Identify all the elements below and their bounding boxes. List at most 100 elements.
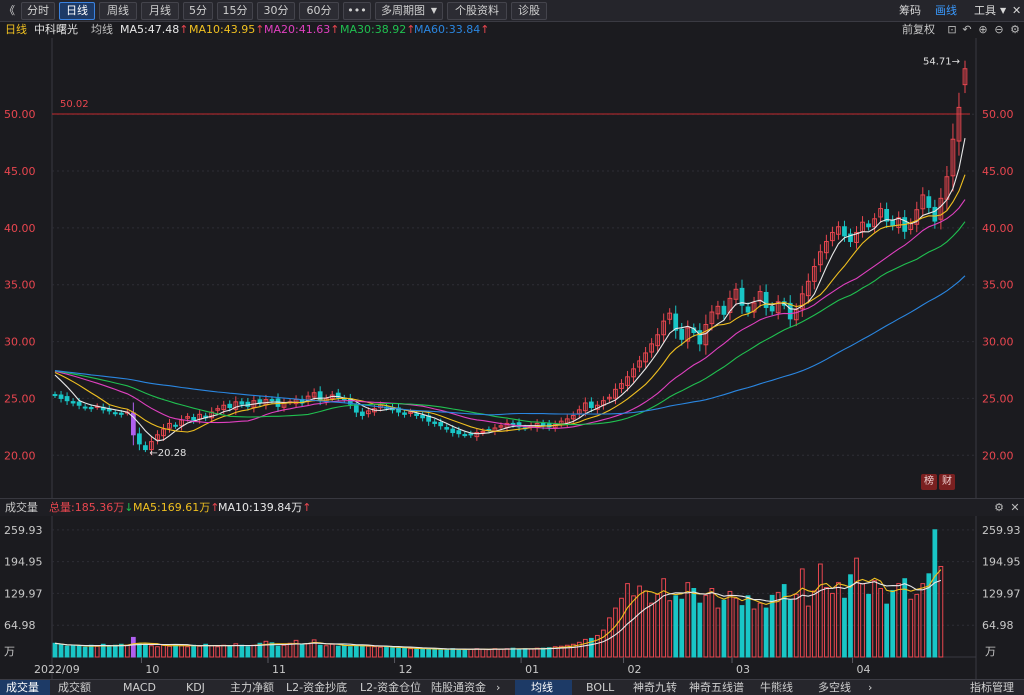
tab-boll[interactable]: BOLL xyxy=(586,680,614,695)
caret-down-icon: ▼ xyxy=(430,6,437,15)
volume-bar xyxy=(890,589,896,658)
volume-bar xyxy=(215,646,221,658)
zoom-in-icon[interactable]: ⊕ xyxy=(977,24,989,36)
tab-30min[interactable]: 30分 xyxy=(257,2,295,20)
tab-bull-bear[interactable]: 牛熊线 xyxy=(760,680,793,695)
low-price-label: ←20.28 xyxy=(149,448,186,459)
more-periods-button[interactable]: ••• xyxy=(343,2,371,20)
period-label: 日线 xyxy=(5,23,27,36)
candle-body xyxy=(763,291,769,308)
volume-tick-label-right: 129.97 xyxy=(982,587,1021,600)
price-tick-label-right: 40.00 xyxy=(982,222,1014,235)
volume-bar xyxy=(474,648,480,658)
adjust-mode[interactable]: 前复权 xyxy=(902,22,935,38)
reference-line-label: 50.02 xyxy=(60,99,89,110)
tab-volume[interactable]: 成交量 xyxy=(0,680,50,695)
tab-long-short[interactable]: 多空线 xyxy=(818,680,851,695)
candle-body xyxy=(450,428,456,434)
lock-icon[interactable]: ⊡ xyxy=(946,24,958,36)
close-icon[interactable]: ✕ xyxy=(1009,502,1021,514)
price-tick-label-left: 45.00 xyxy=(4,165,36,178)
price-tick-label-right: 45.00 xyxy=(982,165,1014,178)
candle-body xyxy=(842,226,847,237)
tab-ma[interactable]: 均线 xyxy=(515,680,572,695)
volume-bar xyxy=(721,599,727,658)
x-tick-label: 02 xyxy=(628,663,642,676)
tab-five-lines[interactable]: 神奇五线谱 xyxy=(689,680,744,695)
volume-bar xyxy=(625,583,630,658)
settings-icon[interactable]: ⚙ xyxy=(1009,24,1021,36)
tab-intraday[interactable]: 分时 xyxy=(21,2,55,20)
stock-name[interactable]: 中科曙光 xyxy=(34,22,78,38)
volume-bar-chart[interactable]: 259.93 259.93 194.95 194.95 129.97 129.97 64.9… xyxy=(0,516,1024,679)
chips-button[interactable]: 筹码 xyxy=(899,3,921,19)
volume-bar xyxy=(167,645,172,658)
volume-bar xyxy=(94,645,100,658)
volume-bar xyxy=(805,605,811,658)
x-tick-label: 10 xyxy=(145,663,159,676)
multi-period-dropdown[interactable]: 多周期图 ▼ xyxy=(375,2,443,20)
close-icon[interactable]: ✕ xyxy=(1012,3,1021,19)
candle-body xyxy=(414,413,419,416)
volume-bar xyxy=(323,645,329,658)
volume-bar xyxy=(426,648,432,658)
draw-line-button[interactable]: 画线 xyxy=(935,3,957,19)
volume-bar xyxy=(787,599,793,658)
tools-button[interactable]: 工具 xyxy=(974,3,996,19)
volume-bar xyxy=(504,648,510,658)
tab-l2-bottom[interactable]: L2-资金抄底 xyxy=(286,680,347,695)
volume-bar xyxy=(727,590,733,658)
ranking-badge[interactable]: 榜 xyxy=(921,474,937,490)
volume-bar xyxy=(185,646,190,658)
tab-60min[interactable]: 60分 xyxy=(299,2,339,20)
tab-kdj[interactable]: KDJ xyxy=(186,680,205,695)
candle-body xyxy=(269,399,275,402)
volume-bar xyxy=(402,647,407,658)
volume-bar xyxy=(673,595,679,658)
volume-bar xyxy=(908,598,914,658)
indicator-name[interactable]: 均线 xyxy=(91,22,113,38)
volume-bar xyxy=(866,593,871,658)
tab-monthly[interactable]: 月线 xyxy=(141,2,179,20)
tab-northbound[interactable]: 陆股通资金 xyxy=(431,680,486,695)
volume-bar xyxy=(751,608,757,658)
volume-bar xyxy=(305,643,311,658)
finance-badge[interactable]: 财 xyxy=(939,474,955,490)
chevron-right-icon[interactable]: › xyxy=(868,680,872,695)
tab-main-net[interactable]: 主力净额 xyxy=(230,680,274,695)
candle-body xyxy=(866,223,871,228)
price-tick-label-left: 20.00 xyxy=(4,449,36,462)
caret-down-icon[interactable]: ▼ xyxy=(1000,3,1006,19)
zoom-out-icon[interactable]: ⊖ xyxy=(993,24,1005,36)
undo-icon[interactable]: ↶ xyxy=(961,24,973,36)
tab-turnover[interactable]: 成交额 xyxy=(58,680,91,695)
double-chevron-left-icon[interactable]: 《 xyxy=(4,3,15,19)
volume-bar xyxy=(528,648,534,658)
tab-l2-position[interactable]: L2-资金仓位 xyxy=(360,680,421,695)
volume-bar xyxy=(275,645,281,658)
settings-icon[interactable]: ⚙ xyxy=(993,502,1005,514)
chevron-right-icon[interactable]: › xyxy=(496,680,500,695)
candle-body xyxy=(76,401,82,406)
volume-bar xyxy=(444,649,450,658)
x-tick-label: 12 xyxy=(399,663,413,676)
tab-macd[interactable]: MACD xyxy=(123,680,156,695)
tab-nine-turn[interactable]: 神奇九转 xyxy=(633,680,677,695)
volume-label[interactable]: 成交量 xyxy=(5,499,38,516)
indicator-manage-button[interactable]: 指标管理 xyxy=(970,680,1014,695)
x-tick-label: 11 xyxy=(272,663,286,676)
stock-profile-button[interactable]: 个股资料 xyxy=(447,2,507,20)
candle-body xyxy=(402,412,407,415)
volume-bar xyxy=(757,602,763,658)
volume-bar xyxy=(733,597,739,658)
tab-15min[interactable]: 15分 xyxy=(217,2,253,20)
price-candlestick-chart[interactable]: 50.02 54.71→ ←20.28 50.00 50.00 45.00 45.00… xyxy=(0,38,1024,498)
ma60-line xyxy=(54,275,966,416)
volume-bar xyxy=(938,565,944,658)
tab-daily[interactable]: 日线 xyxy=(59,2,95,20)
tab-weekly[interactable]: 周线 xyxy=(99,2,137,20)
volume-bar xyxy=(709,588,715,658)
diagnose-button[interactable]: 诊股 xyxy=(511,2,547,20)
x-tick-label: 04 xyxy=(857,663,871,676)
tab-5min[interactable]: 5分 xyxy=(183,2,213,20)
